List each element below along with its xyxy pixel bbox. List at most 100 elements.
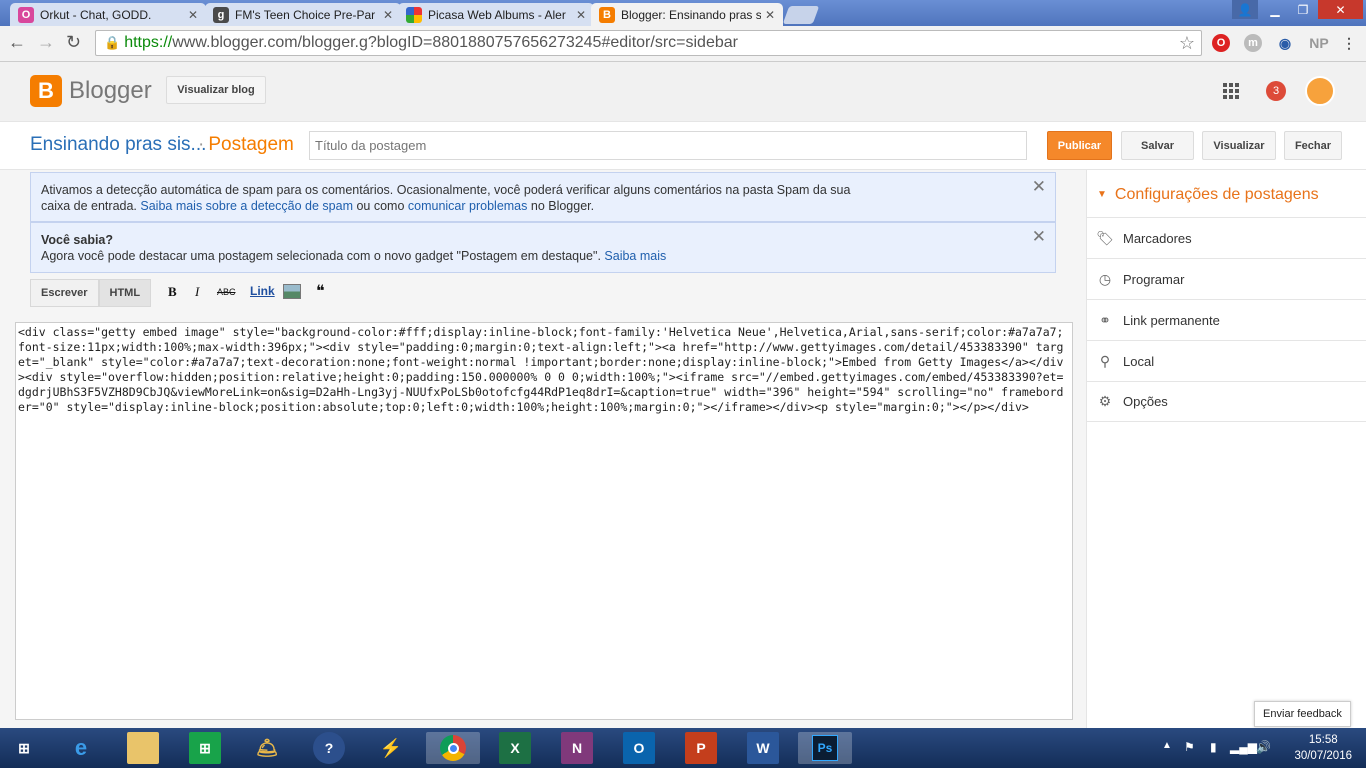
browser-tab-strip: O Orkut - Chat, GODD. ✕ g FM's Teen Choi… — [0, 0, 1366, 26]
sidebar-item-options[interactable]: ⚙ Opções — [1087, 381, 1366, 422]
chrome-icon[interactable] — [426, 732, 480, 764]
link-button[interactable]: Link — [250, 284, 275, 298]
opera-extension-icon[interactable]: O — [1212, 34, 1230, 52]
publish-button[interactable]: Publicar — [1047, 131, 1112, 160]
report-problems-link[interactable]: comunicar problemas — [408, 199, 528, 213]
spam-notice-line1: Ativamos a detecção automática de spam p… — [41, 183, 851, 197]
tab-title: Blogger: Ensinando pras s — [621, 7, 761, 22]
italic-button[interactable]: I — [195, 284, 199, 300]
bell-app-icon[interactable]: 🛎 — [251, 732, 283, 764]
winamp-icon[interactable]: ⚡ — [375, 732, 407, 764]
tab-picasa[interactable]: Picasa Web Albums - Aler ✕ — [398, 3, 594, 26]
signal-icon[interactable]: ▂▄▆ — [1230, 740, 1257, 754]
system-clock[interactable]: 15:58 30/07/2016 — [1294, 732, 1352, 764]
send-feedback-button[interactable]: Enviar feedback — [1254, 701, 1351, 727]
blog-name[interactable]: Ensinando pras sis... — [30, 134, 206, 156]
photoshop-icon[interactable]: Ps — [798, 732, 852, 764]
sidebar-title: Configurações de postagens — [1114, 186, 1319, 203]
address-bar[interactable]: 🔒 https://www.blogger.com/blogger.g?blog… — [95, 30, 1202, 56]
spam-learn-more-link[interactable]: Saiba mais sobre a detecção de spam — [140, 199, 353, 213]
url-scheme: https:// — [124, 34, 173, 51]
tip-learn-more-link[interactable]: Saiba mais — [604, 249, 666, 263]
save-button[interactable]: Salvar — [1121, 131, 1194, 160]
minimize-button[interactable]: ▁ — [1262, 0, 1288, 19]
outlook-icon[interactable]: O — [623, 732, 655, 764]
html-mode-button[interactable]: HTML — [98, 279, 152, 307]
onenote-icon[interactable]: N — [561, 732, 593, 764]
sidebar-item-labels[interactable]: 🏷 Marcadores — [1087, 217, 1366, 258]
close-icon[interactable]: ✕ — [1032, 228, 1046, 245]
tab-close-icon[interactable]: ✕ — [188, 8, 198, 22]
blogger-logo-icon: B — [30, 75, 62, 107]
tab-title: Orkut - Chat, GODD. — [40, 7, 152, 22]
bookmark-star-icon[interactable]: ☆ — [1179, 33, 1195, 54]
sidebar-item-label: Local — [1123, 353, 1155, 369]
clock-icon: ◷ — [1098, 270, 1112, 287]
sidebar-item-location[interactable]: ⚲ Local — [1087, 340, 1366, 381]
link-icon: ⚭ — [1099, 311, 1111, 328]
excel-icon[interactable]: X — [499, 732, 531, 764]
np-extension-icon[interactable]: NP — [1306, 34, 1332, 52]
view-blog-button[interactable]: Visualizar blog — [166, 76, 266, 104]
user-profile-icon[interactable]: 👤 — [1232, 0, 1258, 19]
mode-switcher: Escrever HTML — [30, 279, 152, 308]
tab-title: Picasa Web Albums - Aler — [428, 7, 566, 22]
word-icon[interactable]: W — [747, 732, 779, 764]
start-icon[interactable]: ⊞ — [8, 732, 40, 764]
eye-extension-icon[interactable]: ◉ — [1276, 34, 1294, 52]
back-arrow-icon[interactable]: ← — [8, 32, 26, 53]
blogger-icon: B — [599, 6, 615, 23]
notice-text: no Blogger. — [527, 199, 595, 213]
html-code-editor[interactable]: <div class="getty embed image" style="ba… — [15, 322, 1073, 720]
m-extension-icon[interactable]: m — [1244, 34, 1262, 52]
section-title: Postagem — [208, 134, 294, 155]
quote-icon[interactable]: ❝ — [316, 281, 325, 301]
sidebar-item-permalink[interactable]: ⚭ Link permanente — [1087, 299, 1366, 340]
blogger-logo[interactable]: B Blogger — [30, 75, 152, 107]
restore-button[interactable]: ❐ — [1290, 0, 1316, 19]
bold-button[interactable]: B — [168, 284, 177, 300]
sidebar-item-label: Link permanente — [1123, 312, 1220, 328]
close-button[interactable]: Fechar — [1284, 131, 1342, 160]
post-title-input[interactable] — [309, 131, 1027, 160]
tab-close-icon[interactable]: ✕ — [383, 8, 393, 22]
flag-icon[interactable]: ⚑ — [1184, 740, 1195, 754]
tip-notice: Você sabia? Agora você pode destacar uma… — [30, 222, 1056, 273]
strikethrough-button[interactable]: ABC — [217, 287, 236, 297]
tab-close-icon[interactable]: ✕ — [576, 8, 586, 22]
help-icon[interactable]: ? — [313, 732, 345, 764]
tab-blogger[interactable]: B Blogger: Ensinando pras s ✕ — [591, 3, 783, 26]
tray-expand-icon[interactable]: ▲ — [1162, 740, 1172, 751]
powerpoint-icon[interactable]: P — [685, 732, 717, 764]
notice-text: Agora você pode destacar uma postagem se… — [41, 249, 605, 263]
tab-fm-teen-choice[interactable]: g FM's Teen Choice Pre-Par ✕ — [205, 3, 401, 26]
post-settings-header[interactable]: ▼ Configurações de postagens — [1097, 186, 1319, 204]
battery-icon[interactable]: ▮ — [1210, 740, 1217, 754]
notification-badge[interactable]: 3 — [1266, 81, 1286, 101]
window-close-button[interactable]: ✕ — [1318, 0, 1363, 19]
sidebar-item-schedule[interactable]: ◷ Programar — [1087, 258, 1366, 299]
forward-arrow-icon[interactable]: → — [37, 32, 55, 53]
close-icon[interactable]: ✕ — [1032, 178, 1046, 195]
file-explorer-icon[interactable] — [127, 732, 159, 764]
post-settings-sidebar: ▼ Configurações de postagens 🏷 Marcadores … — [1086, 170, 1366, 728]
avatar[interactable] — [1305, 76, 1335, 106]
insert-image-icon[interactable] — [283, 284, 301, 299]
tab-orkut[interactable]: O Orkut - Chat, GODD. ✕ — [10, 3, 206, 26]
volume-icon[interactable]: 🔊 — [1256, 740, 1271, 754]
preview-button[interactable]: Visualizar — [1202, 131, 1276, 160]
picasa-icon — [406, 6, 422, 23]
browser-toolbar: ← → ↻ 🔒 https://www.blogger.com/blogger.… — [0, 26, 1366, 62]
orkut-icon: O — [18, 6, 34, 23]
new-tab-button[interactable] — [782, 6, 820, 24]
location-pin-icon: ⚲ — [1099, 352, 1111, 369]
ie-icon[interactable]: e — [65, 732, 97, 764]
compose-mode-button[interactable]: Escrever — [30, 279, 99, 307]
tab-close-icon[interactable]: ✕ — [765, 8, 775, 22]
g-icon: g — [213, 6, 229, 23]
url-text: www.blogger.com/blogger.g?blogID=8801880… — [172, 34, 738, 51]
store-icon[interactable]: ⊞ — [189, 732, 221, 764]
reload-icon[interactable]: ↻ — [66, 32, 81, 53]
apps-grid-icon[interactable] — [1223, 83, 1239, 99]
chrome-menu-icon[interactable]: ⋮ — [1340, 34, 1358, 52]
